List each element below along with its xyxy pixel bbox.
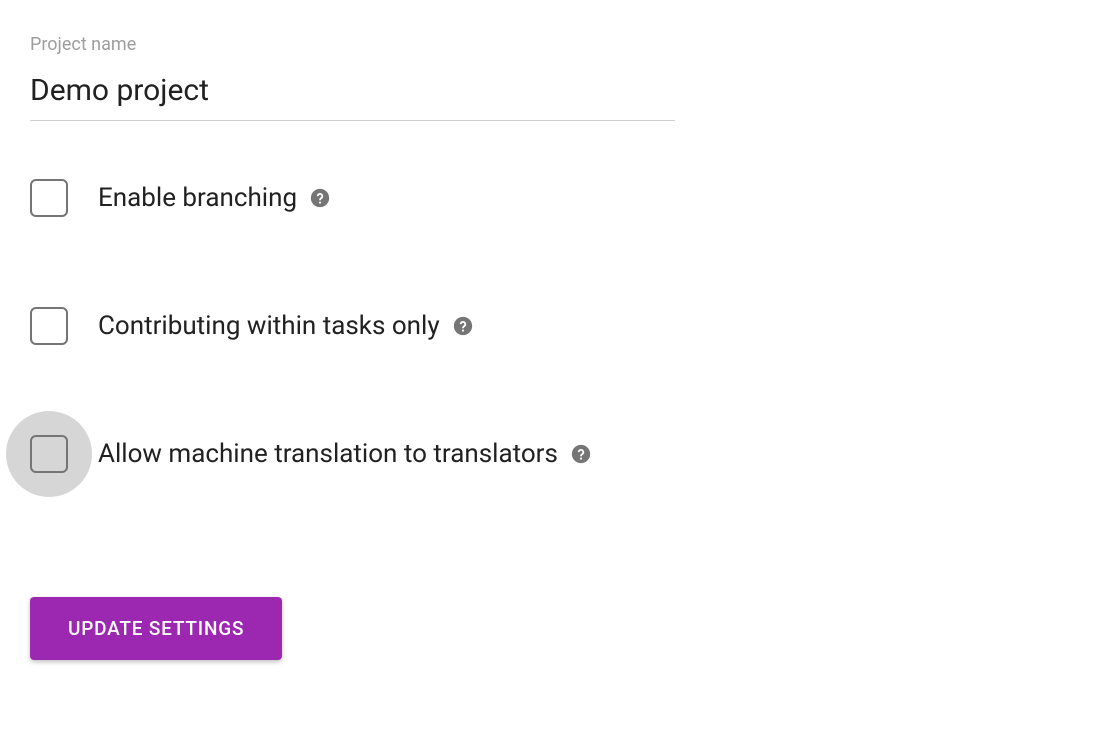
contributing-tasks-checkbox[interactable] [30,307,68,345]
help-icon[interactable] [570,443,592,465]
contributing-tasks-row: Contributing within tasks only [30,307,1070,345]
project-name-input[interactable] [30,73,675,121]
machine-translation-checkbox[interactable] [30,435,68,473]
update-settings-button[interactable]: UPDATE SETTINGS [30,597,282,660]
contributing-tasks-label: Contributing within tasks only [98,311,440,341]
project-name-label: Project name [30,34,675,55]
machine-translation-label: Allow machine translation to translators [98,439,558,469]
project-name-group: Project name [30,34,675,121]
checkbox-container [30,435,68,473]
help-icon[interactable] [309,187,331,209]
checkbox-container [30,307,68,345]
help-icon[interactable] [452,315,474,337]
enable-branching-row: Enable branching [30,179,1070,217]
checkbox-container [30,179,68,217]
enable-branching-label: Enable branching [98,183,297,213]
enable-branching-checkbox[interactable] [30,179,68,217]
machine-translation-row: Allow machine translation to translators [30,435,1070,473]
